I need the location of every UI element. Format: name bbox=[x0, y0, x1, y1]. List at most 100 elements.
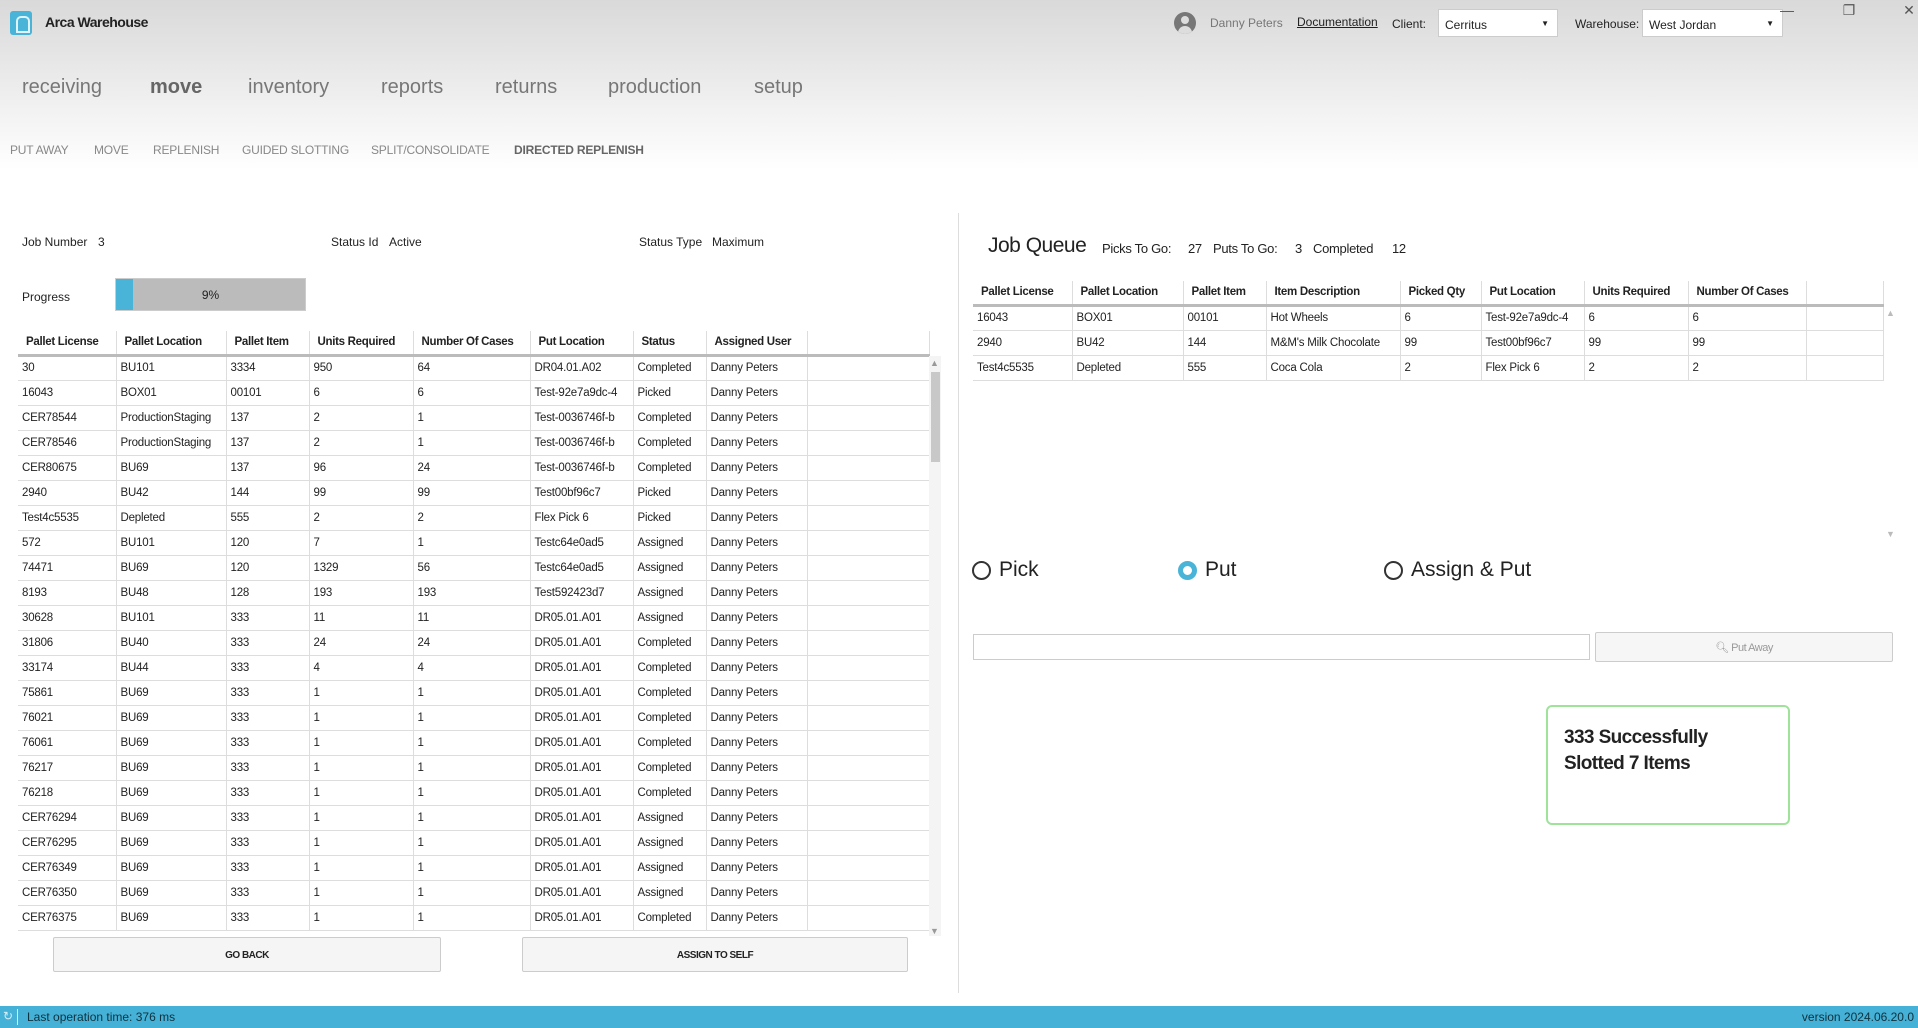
radio-button-icon[interactable] bbox=[1384, 560, 1403, 580]
table-row[interactable]: 33174 BU44 333 4 4 DR05.01.A01 Completed Danny … bbox=[18, 655, 930, 681]
radio-button-icon[interactable] bbox=[972, 560, 991, 580]
table-row[interactable]: 76218 BU69 333 1 1 DR05.01.A01 Completed Danny … bbox=[18, 780, 930, 806]
assign-to-self-button[interactable]: ASSIGN TO SELF bbox=[522, 937, 908, 972]
table-row[interactable]: CER78544 ProductionStaging 137 2 1 Test-00367… bbox=[18, 405, 930, 431]
table-row[interactable]: 16043 BOX01 00101 6 6 Test-92e7a9dc-4 Picked Da… bbox=[18, 380, 930, 406]
column-header[interactable]: Units Required bbox=[309, 331, 414, 357]
left-table-scrollbar[interactable]: ▲ ▼ bbox=[929, 356, 941, 936]
column-header[interactable]: Item Description bbox=[1266, 281, 1401, 307]
table-row[interactable]: 572 BU101 120 7 1 Testc64e0ad5 Assigned Danny P… bbox=[18, 530, 930, 556]
scroll-up-icon[interactable]: ▲ bbox=[1886, 308, 1895, 318]
table-cell: 30628 bbox=[18, 605, 117, 631]
table-row[interactable]: 76217 BU69 333 1 1 DR05.01.A01 Completed Danny … bbox=[18, 755, 930, 781]
minimize-icon[interactable]: — bbox=[1772, 2, 1802, 18]
scroll-down-icon[interactable]: ▼ bbox=[1886, 529, 1895, 539]
table-cell: BU69 bbox=[116, 855, 227, 881]
subnav-move[interactable]: MOVE bbox=[94, 143, 129, 157]
column-header[interactable]: Number Of Cases bbox=[413, 331, 531, 357]
radio-pick[interactable]: Pick bbox=[972, 558, 1039, 582]
nav-production[interactable]: production bbox=[608, 76, 701, 99]
subnav-directed-replenish[interactable]: DIRECTED REPLENISH bbox=[514, 143, 644, 157]
table-row[interactable]: Test4c5535 Depleted 555 Coca Cola 2 Flex Pick… bbox=[973, 355, 1884, 381]
table-row[interactable]: CER80675 BU69 137 96 24 Test-0036746f-b Comple… bbox=[18, 455, 930, 481]
column-header[interactable]: Pallet Location bbox=[1072, 281, 1184, 307]
radio-button-icon[interactable] bbox=[1178, 560, 1197, 580]
table-row[interactable]: CER76350 BU69 333 1 1 DR05.01.A01 Assigned Dann… bbox=[18, 880, 930, 906]
chevron-down-icon: ▼ bbox=[1541, 19, 1549, 28]
warehouse-select[interactable]: West Jordan ▼ bbox=[1642, 9, 1783, 37]
radio-put[interactable]: Put bbox=[1178, 558, 1237, 582]
table-cell-filler bbox=[807, 605, 930, 631]
subnav-guided-slotting[interactable]: GUIDED SLOTTING bbox=[242, 143, 349, 157]
nav-setup[interactable]: setup bbox=[754, 76, 803, 99]
table-row[interactable]: 16043 BOX01 00101 Hot Wheels 6 Test-92e7a9dc-… bbox=[973, 305, 1884, 331]
table-cell: DR05.01.A01 bbox=[530, 805, 634, 831]
radio-assign-put[interactable]: Assign & Put bbox=[1384, 558, 1531, 582]
nav-move[interactable]: move bbox=[150, 76, 202, 99]
table-cell-filler bbox=[807, 530, 930, 556]
table-cell-filler bbox=[807, 505, 930, 531]
table-row[interactable]: CER78546 ProductionStaging 137 2 1 Test-00367… bbox=[18, 430, 930, 456]
put-away-button[interactable]: 🔍︎ Put Away bbox=[1595, 632, 1893, 662]
table-row[interactable]: Test4c5535 Depleted 555 2 2 Flex Pick 6 Picked… bbox=[18, 505, 930, 531]
subnav-split-consolidate[interactable]: SPLIT/CONSOLIDATE bbox=[371, 143, 490, 157]
scroll-down-icon[interactable]: ▼ bbox=[930, 926, 939, 936]
table-cell: 120 bbox=[226, 530, 310, 556]
documentation-link[interactable]: Documentation bbox=[1297, 15, 1378, 29]
table-row[interactable]: 2940 BU42 144 99 99 Test00bf96c7 Picked Danny P… bbox=[18, 480, 930, 506]
table-cell: Assigned bbox=[633, 880, 707, 906]
client-select[interactable]: Cerritus ▼ bbox=[1438, 9, 1558, 37]
refresh-icon[interactable]: ↻ bbox=[3, 1009, 13, 1023]
scrollbar-thumb[interactable] bbox=[931, 372, 940, 462]
column-header[interactable]: Pallet Item bbox=[1183, 281, 1267, 307]
table-cell: Test-92e7a9dc-4 bbox=[1481, 305, 1585, 331]
table-row[interactable]: CER76295 BU69 333 1 1 DR05.01.A01 Assigned Dann… bbox=[18, 830, 930, 856]
client-value: Cerritus bbox=[1445, 18, 1488, 32]
table-cell: BU42 bbox=[116, 480, 227, 506]
column-header[interactable]: Status bbox=[633, 331, 707, 357]
go-back-button[interactable]: GO BACK bbox=[53, 937, 441, 972]
table-cell-filler bbox=[807, 680, 930, 706]
table-row[interactable]: CER76375 BU69 333 1 1 DR05.01.A01 Completed Dan… bbox=[18, 905, 930, 931]
column-header[interactable]: Picked Qty bbox=[1400, 281, 1482, 307]
column-header[interactable]: Put Location bbox=[1481, 281, 1585, 307]
table-row[interactable]: 76021 BU69 333 1 1 DR05.01.A01 Completed Danny … bbox=[18, 705, 930, 731]
table-row[interactable]: 30 BU101 3334 950 64 DR04.01.A02 Completed Dann… bbox=[18, 355, 930, 381]
column-header[interactable]: Units Required bbox=[1584, 281, 1689, 307]
column-header[interactable]: Pallet License bbox=[18, 331, 117, 357]
subnav-replenish[interactable]: REPLENISH bbox=[153, 143, 219, 157]
table-row[interactable]: 74471 BU69 120 1329 56 Testc64e0ad5 Assigned Da… bbox=[18, 555, 930, 581]
restore-icon[interactable]: ❐ bbox=[1834, 2, 1864, 19]
column-header[interactable]: Put Location bbox=[530, 331, 634, 357]
table-cell: 333 bbox=[226, 905, 310, 931]
table-row[interactable]: CER76349 BU69 333 1 1 DR05.01.A01 Assigned Dann… bbox=[18, 855, 930, 881]
scan-input[interactable] bbox=[973, 634, 1590, 660]
nav-receiving[interactable]: receiving bbox=[22, 76, 102, 99]
column-header[interactable]: Pallet License bbox=[973, 281, 1073, 307]
table-row[interactable]: 8193 BU48 128 193 193 Test592423d7 Assigned Dan… bbox=[18, 580, 930, 606]
column-header[interactable]: Pallet Location bbox=[116, 331, 227, 357]
status-type-value: Maximum bbox=[712, 235, 765, 249]
nav-inventory[interactable]: inventory bbox=[248, 76, 329, 99]
column-header[interactable]: Pallet Item bbox=[226, 331, 310, 357]
table-row[interactable]: CER76294 BU69 333 1 1 DR05.01.A01 Assigned Dann… bbox=[18, 805, 930, 831]
subnav-put-away[interactable]: PUT AWAY bbox=[10, 143, 69, 157]
table-row[interactable]: 31806 BU40 333 24 24 DR05.01.A01 Completed Dann… bbox=[18, 630, 930, 656]
close-icon[interactable]: ✕ bbox=[1894, 2, 1918, 19]
table-cell: Danny Peters bbox=[706, 580, 808, 606]
table-cell: BU69 bbox=[116, 555, 227, 581]
column-header[interactable]: Number Of Cases bbox=[1688, 281, 1807, 307]
nav-reports[interactable]: reports bbox=[381, 76, 443, 99]
table-cell-filler bbox=[807, 730, 930, 756]
user-avatar-icon[interactable] bbox=[1174, 12, 1196, 34]
table-row[interactable]: 2940 BU42 144 M&M's Milk Chocolate 99 Test00b… bbox=[973, 330, 1884, 356]
table-cell: BOX01 bbox=[1072, 305, 1184, 331]
table-row[interactable]: 76061 BU69 333 1 1 DR05.01.A01 Completed Danny … bbox=[18, 730, 930, 756]
table-cell-filler bbox=[807, 905, 930, 931]
scroll-up-icon[interactable]: ▲ bbox=[930, 358, 939, 368]
table-row[interactable]: 75861 BU69 333 1 1 DR05.01.A01 Completed Danny … bbox=[18, 680, 930, 706]
column-header[interactable]: Assigned User bbox=[706, 331, 808, 357]
warehouse-value: West Jordan bbox=[1649, 18, 1717, 32]
table-row[interactable]: 30628 BU101 333 11 11 DR05.01.A01 Assigned Dann… bbox=[18, 605, 930, 631]
nav-returns[interactable]: returns bbox=[495, 76, 557, 99]
